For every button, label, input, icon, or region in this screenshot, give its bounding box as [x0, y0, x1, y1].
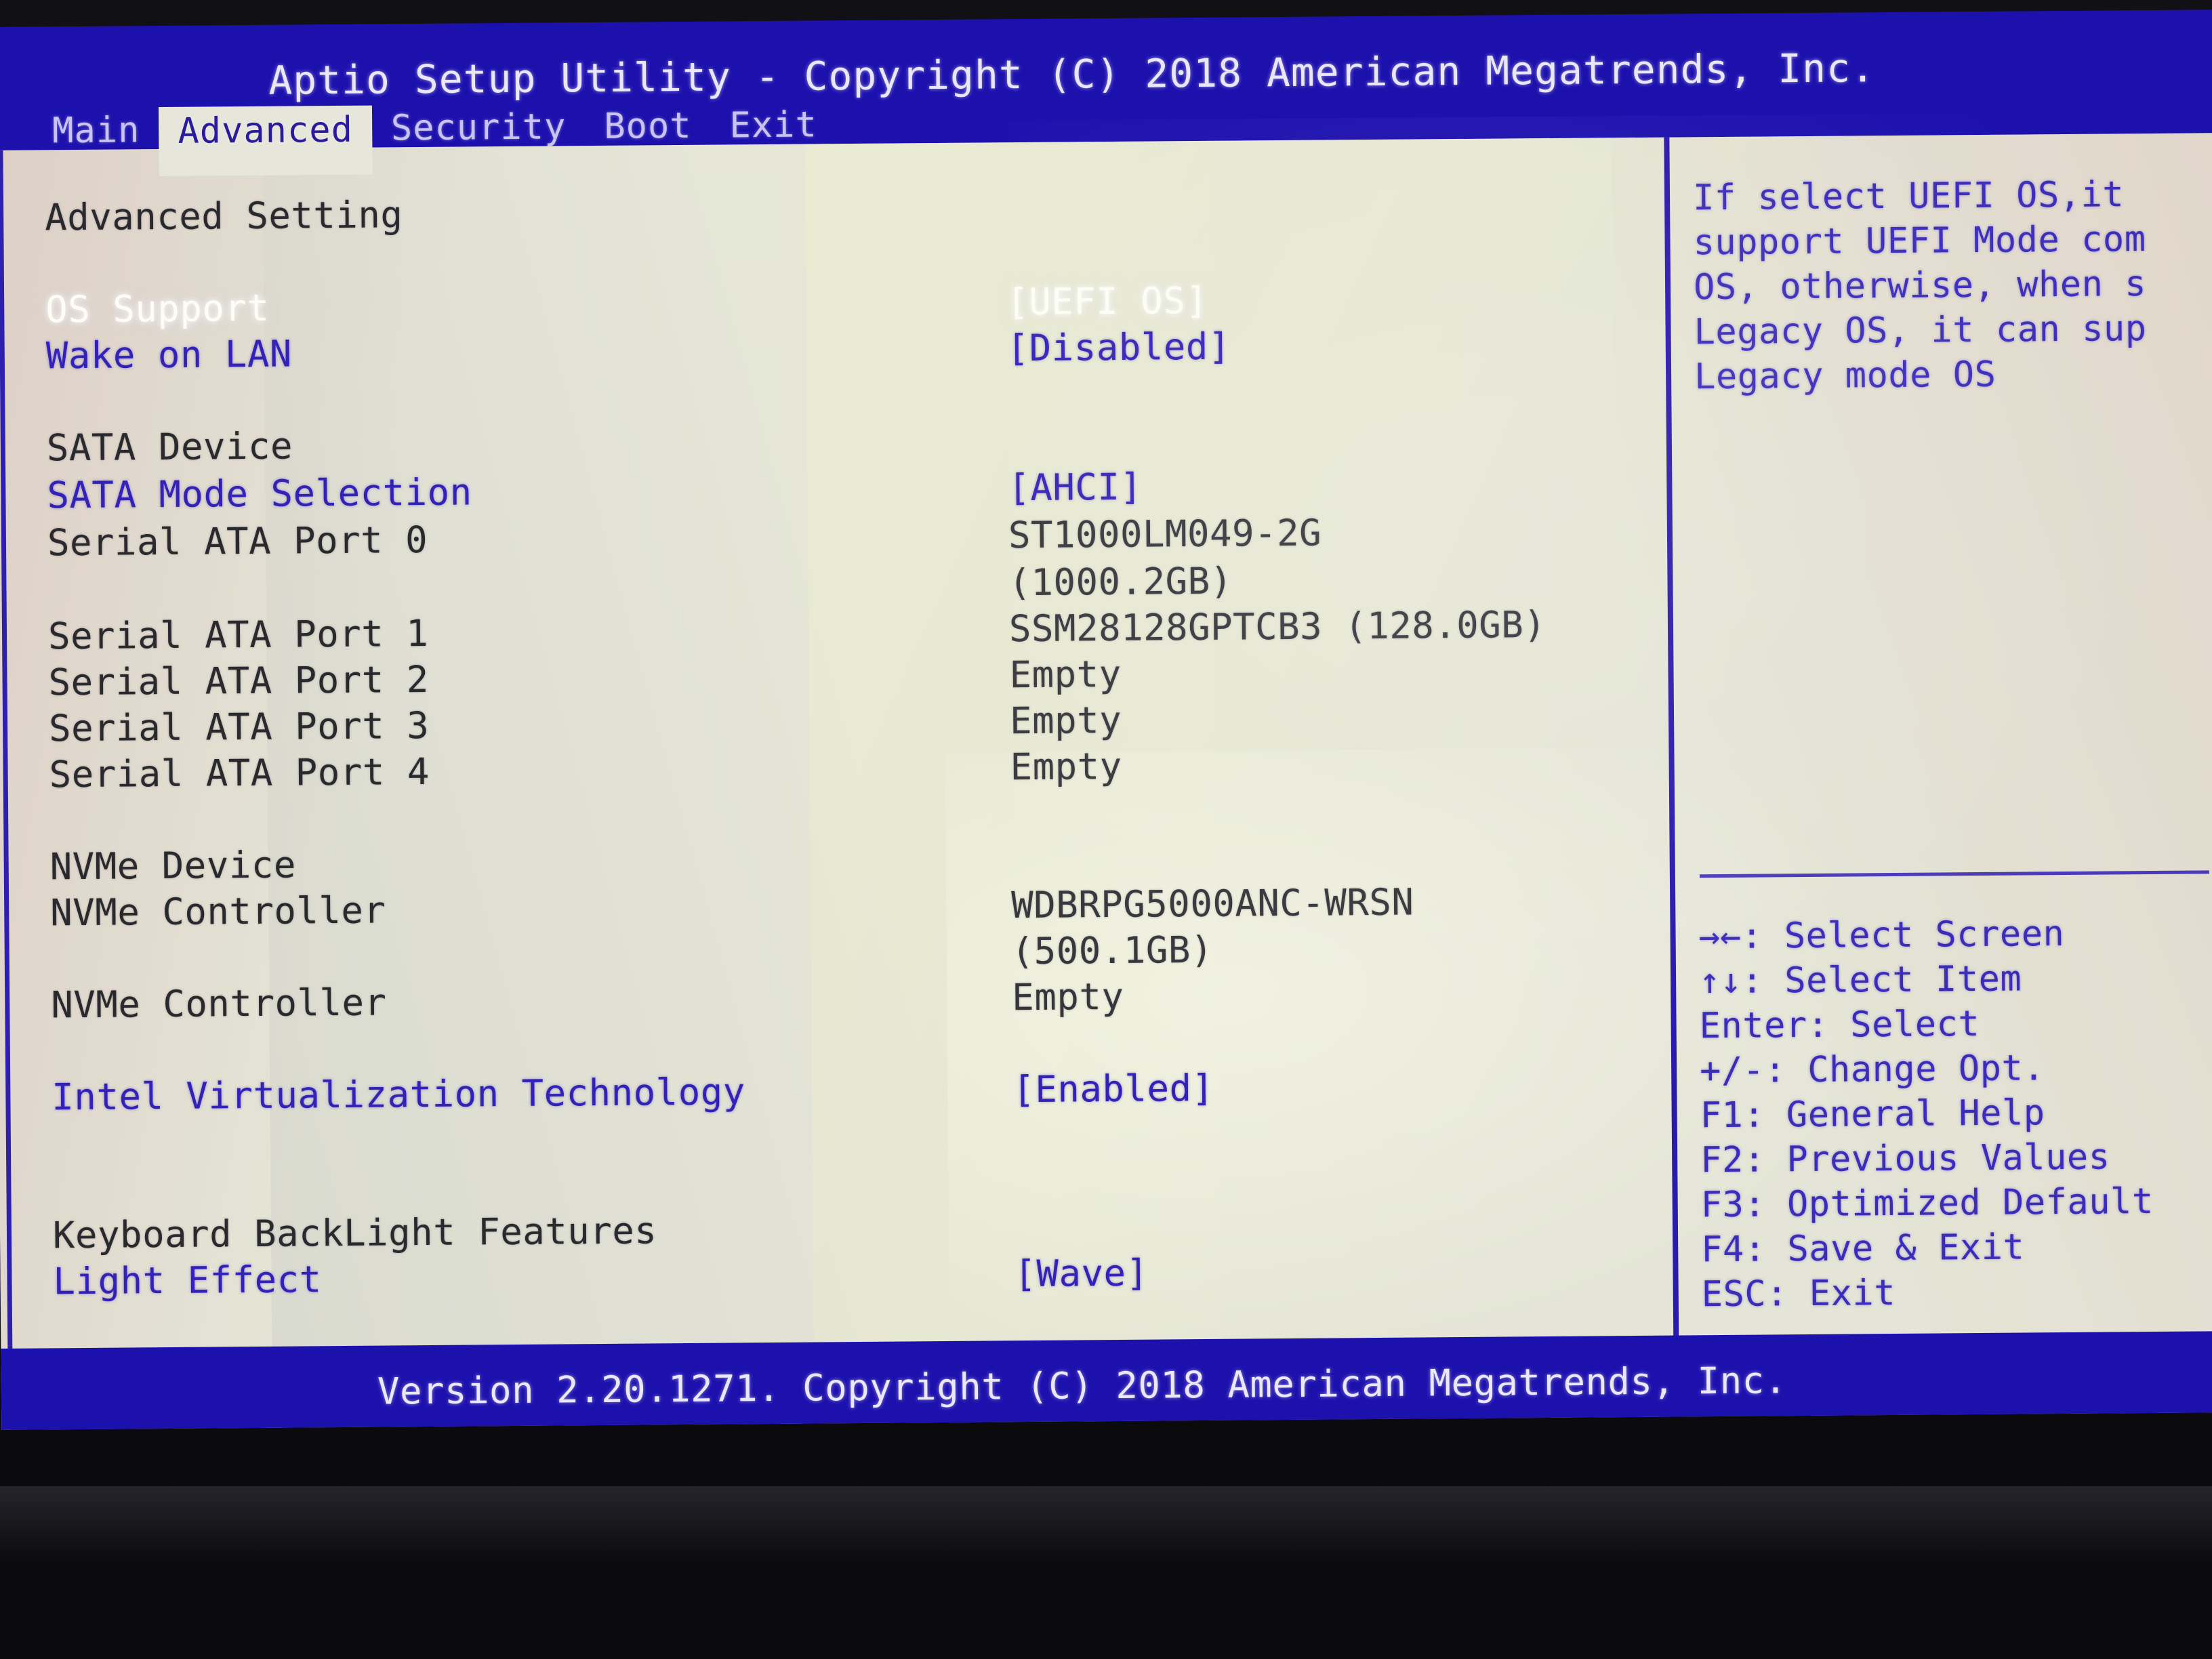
setting-value: Empty: [1012, 975, 1124, 1019]
key-legend-label: F4: Save & Exit: [1701, 1227, 2025, 1271]
monitor-bezel-bottom: [0, 1486, 2212, 1659]
setting-label: Serial ATA Port 1: [47, 611, 429, 658]
setting-value[interactable]: [Disabled]: [1007, 325, 1231, 370]
setting-value: ST1000LM049-2G: [1008, 511, 1322, 557]
setting-label: Serial ATA Port 2: [48, 657, 430, 704]
setting-value[interactable]: [UEFI OS]: [1006, 279, 1208, 323]
setting-label: Light Effect: [53, 1258, 322, 1303]
key-legend-label: : Select Screen: [1741, 914, 2065, 957]
setting-label: Intel Virtualization Technology: [52, 1070, 745, 1119]
setting-label: SATA Mode Selection: [47, 470, 472, 517]
setting-label: NVMe Device: [49, 843, 297, 888]
key-legend-label: F3: Optimized Default: [1700, 1181, 2154, 1226]
help-text-line: Legacy OS, it can sup: [1694, 308, 2147, 353]
setting-value: Empty: [1010, 744, 1122, 789]
setting-value: (500.1GB): [1011, 928, 1214, 973]
title-bar: Aptio Setup Utility - Copyright (C) 2018…: [0, 9, 2212, 177]
setting-value: (1000.2GB): [1008, 559, 1233, 605]
footer-bar: Version 2.20.1271. Copyright (C) 2018 Am…: [1, 1331, 2212, 1430]
tab-advanced[interactable]: Advanced: [159, 105, 373, 177]
setting-value: WDBRPG5000ANC-WRSN: [1010, 880, 1414, 927]
key-legend-label: ESC: Exit: [1701, 1272, 1896, 1315]
help-text-line: If select UEFI OS,it: [1692, 174, 2125, 219]
key-legend-label: F1: General Help: [1700, 1092, 2045, 1136]
photo-frame: Aptio Setup Utility - Copyright (C) 2018…: [0, 0, 2212, 1659]
key-legend-item: Enter: Select: [1699, 1001, 2212, 1050]
key-legend-item: F2: Previous Values: [1700, 1135, 2212, 1185]
key-legend-item: F4: Save & Exit: [1701, 1225, 2212, 1274]
setting-label: NVMe Controller: [51, 981, 387, 1027]
key-legend-label: Enter: Select: [1699, 1003, 1980, 1047]
help-text-line: support UEFI Mode com: [1693, 219, 2146, 264]
content-area: Advanced Setting OS Support [UEFI OS] Wake …: [0, 133, 2212, 1430]
setting-value: SSM28128GPTCB3 (128.0GB): [1008, 603, 1547, 651]
setting-row: Advanced Setting: [45, 184, 1624, 242]
panel-divider-vertical: [1664, 137, 1679, 1394]
setting-label: OS Support: [45, 286, 270, 331]
app-title: Aptio Setup Utility - Copyright (C) 2018…: [268, 45, 1876, 104]
bezel-sheen: [0, 1486, 2212, 1659]
setting-label: Serial ATA Port 0: [47, 518, 428, 565]
setting-value[interactable]: [AHCI]: [1008, 466, 1143, 510]
setting-label: Wake on LAN: [45, 332, 293, 377]
setting-row[interactable]: Intel Virtualization Technology [Enabled]: [52, 1063, 1631, 1122]
key-legend-item: ↑↓: Select Item: [1699, 956, 2212, 1006]
settings-list: Advanced Setting OS Support [UEFI OS] Wake …: [44, 138, 1633, 1429]
help-text-line: Legacy mode OS: [1694, 354, 1996, 398]
setting-label: NVMe Controller: [50, 888, 386, 935]
key-legend-item: +/-: Change Opt.: [1700, 1046, 2212, 1095]
panel-border-left: [0, 150, 14, 1430]
key-legend-label: F2: Previous Values: [1700, 1136, 2110, 1181]
key-legend-item: →←: Select Screen: [1698, 912, 2212, 961]
arrow-keys-icon: →←: [1698, 916, 1742, 958]
key-legend-item: F3: Optimized Default: [1700, 1180, 2212, 1229]
key-legend-label: +/-: Change Opt.: [1699, 1048, 2045, 1092]
setting-value: Empty: [1009, 652, 1122, 697]
setting-value[interactable]: [Enabled]: [1012, 1067, 1214, 1111]
setting-label: Keyboard BackLight Features: [52, 1209, 657, 1257]
setting-value: Empty: [1009, 698, 1122, 743]
key-legend-item: F1: General Help: [1700, 1090, 2212, 1140]
key-legend-label: : Select Item: [1741, 958, 2022, 1002]
help-text-line: OS, otherwise, when s: [1693, 264, 2147, 308]
version-text: Version 2.20.1271. Copyright (C) 2018 Am…: [377, 1359, 1787, 1413]
setting-label: Advanced Setting: [44, 193, 403, 239]
setting-label: Serial ATA Port 4: [49, 750, 430, 796]
arrow-keys-icon: ↑↓: [1698, 960, 1742, 1002]
setting-value[interactable]: [Wave]: [1014, 1252, 1149, 1296]
setting-label: Serial ATA Port 3: [48, 703, 430, 750]
help-panel-divider: [1699, 870, 2209, 878]
key-legend-item: ESC: Exit: [1702, 1269, 2212, 1319]
bios-screen: Aptio Setup Utility - Copyright (C) 2018…: [0, 9, 2212, 1430]
setting-label: SATA Device: [46, 424, 293, 470]
